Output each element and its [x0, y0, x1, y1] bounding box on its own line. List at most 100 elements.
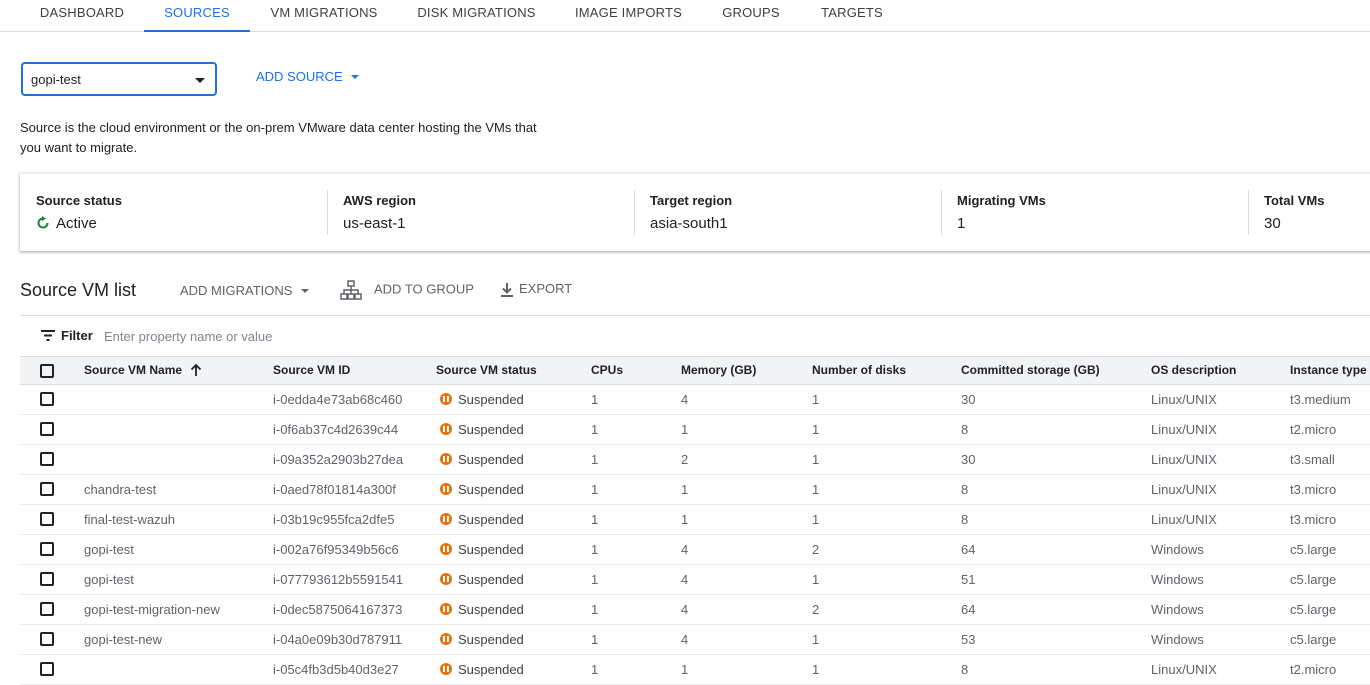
tab-groups[interactable]: GROUPS [702, 0, 800, 31]
tab-sources[interactable]: SOURCES [144, 0, 250, 32]
row-checkbox[interactable] [40, 512, 54, 526]
vm-name-cell[interactable]: gopi-test-migration-new [84, 602, 220, 617]
download-icon [501, 282, 513, 297]
tab-image-imports[interactable]: IMAGE IMPORTS [555, 0, 702, 31]
tab-targets[interactable]: TARGETS [800, 0, 904, 31]
memory-cell: 4 [681, 542, 689, 557]
table-row[interactable]: i-09a352a2903b27dea Suspended 1 2 1 30 L… [20, 445, 1370, 475]
os-cell: Windows [1151, 632, 1204, 647]
tab-dashboard[interactable]: DASHBOARD [20, 0, 144, 31]
vm-id-cell: i-0dec5875064167373 [273, 602, 403, 617]
divider [941, 190, 942, 235]
column-header-label: Source VM Name [84, 363, 183, 377]
sort-ascending-icon [190, 363, 202, 376]
instance-type-cell: t2.micro [1290, 662, 1337, 677]
vm-name-cell[interactable]: gopi-test-new [84, 632, 162, 647]
column-header-vm-status[interactable]: Source VM status [436, 363, 537, 377]
vm-name-cell[interactable]: chandra-test [84, 482, 156, 497]
chevron-down-icon [350, 75, 359, 79]
storage-cell: 8 [961, 512, 969, 527]
filter-icon [41, 330, 55, 341]
status-text: Suspended [458, 602, 524, 617]
row-checkbox[interactable] [40, 602, 54, 616]
add-migrations-button[interactable]: ADD MIGRATIONS [180, 283, 310, 298]
column-header-disks[interactable]: Number of disks [812, 363, 906, 377]
storage-cell: 51 [961, 572, 976, 587]
vm-id-cell: i-03b19c955fca2dfe5 [273, 512, 395, 527]
divider [634, 190, 635, 235]
table-row[interactable]: gopi-test i-002a76f95349b56c6 Suspended … [20, 535, 1370, 565]
table-row[interactable]: i-0edda4e73ab68c460 Suspended 1 4 1 30 L… [20, 385, 1370, 415]
disks-cell: 2 [812, 542, 820, 557]
row-checkbox[interactable] [40, 632, 54, 646]
row-checkbox[interactable] [40, 482, 54, 496]
add-to-group-button[interactable]: ADD TO GROUP [340, 280, 474, 300]
filter-input[interactable] [104, 327, 604, 345]
summary-total-vms: Total VMs 30 [1248, 174, 1370, 251]
memory-cell: 1 [681, 482, 689, 497]
divider [1248, 190, 1249, 235]
group-hierarchy-icon [340, 280, 362, 300]
disks-cell: 2 [812, 602, 820, 617]
column-header-vm-name[interactable]: Source VM Name [84, 363, 202, 377]
table-row[interactable]: gopi-test-migration-new i-0dec5875064167… [20, 595, 1370, 625]
row-checkbox[interactable] [40, 572, 54, 586]
column-header-vm-id[interactable]: Source VM ID [273, 363, 350, 377]
vm-name-cell[interactable]: gopi-test [84, 572, 134, 587]
pause-circle-icon [440, 543, 452, 555]
pause-circle-icon [440, 633, 452, 645]
export-button[interactable]: EXPORT [500, 281, 572, 298]
tab-disk-migrations[interactable]: DISK MIGRATIONS [398, 0, 555, 31]
table-row[interactable]: gopi-test i-077793612b5591541 Suspended … [20, 565, 1370, 595]
column-header-memory[interactable]: Memory (GB) [681, 363, 756, 377]
disks-cell: 1 [812, 482, 820, 497]
source-select[interactable]: gopi-test [21, 62, 217, 96]
cpus-cell: 1 [591, 662, 599, 677]
summary-migrating-vms: Migrating VMs 1 [941, 174, 1248, 251]
vm-status-cell: Suspended [440, 542, 524, 557]
disks-cell: 1 [812, 662, 820, 677]
vm-name-cell[interactable]: gopi-test [84, 542, 134, 557]
column-header-os[interactable]: OS description [1151, 363, 1236, 377]
add-source-button[interactable]: ADD SOURCE [256, 69, 359, 84]
filter-label: Filter [61, 328, 93, 343]
vm-name-cell[interactable]: final-test-wazuh [84, 512, 175, 527]
instance-type-cell: t3.medium [1290, 392, 1351, 407]
status-text: Suspended [458, 572, 524, 587]
source-description: Source is the cloud environment or the o… [20, 120, 537, 155]
os-cell: Windows [1151, 602, 1204, 617]
row-checkbox[interactable] [40, 662, 54, 676]
select-all-checkbox[interactable] [40, 364, 54, 378]
cpus-cell: 1 [591, 512, 599, 527]
status-text: Suspended [458, 512, 524, 527]
divider [327, 190, 328, 235]
column-header-instance-type[interactable]: Instance type [1290, 363, 1367, 377]
column-header-storage[interactable]: Committed storage (GB) [961, 363, 1100, 377]
table-row[interactable]: i-0f6ab37c4d2639c44 Suspended 1 1 1 8 Li… [20, 415, 1370, 445]
memory-cell: 4 [681, 602, 689, 617]
status-active-icon [37, 216, 49, 229]
disks-cell: 1 [812, 452, 820, 467]
vm-status-cell: Suspended [440, 482, 524, 497]
tab-vm-migrations[interactable]: VM MIGRATIONS [250, 0, 398, 31]
table-row[interactable]: final-test-wazuh i-03b19c955fca2dfe5 Sus… [20, 505, 1370, 535]
add-migrations-label: ADD MIGRATIONS [180, 283, 293, 298]
source-vm-list-title: Source VM list [20, 280, 137, 300]
disks-cell: 1 [812, 392, 820, 407]
dropdown-arrow-icon [195, 78, 205, 83]
os-cell: Linux/UNIX [1151, 482, 1217, 497]
memory-cell: 4 [681, 632, 689, 647]
cpus-cell: 1 [591, 452, 599, 467]
table-row[interactable]: chandra-test i-0aed78f01814a300f Suspend… [20, 475, 1370, 505]
table-row[interactable]: gopi-test-new i-04a0e09b30d787911 Suspen… [20, 625, 1370, 655]
vm-status-cell: Suspended [440, 392, 524, 407]
cpus-cell: 1 [591, 392, 599, 407]
row-checkbox[interactable] [40, 422, 54, 436]
column-header-cpus[interactable]: CPUs [591, 363, 623, 377]
row-checkbox[interactable] [40, 392, 54, 406]
disks-cell: 1 [812, 512, 820, 527]
row-checkbox[interactable] [40, 542, 54, 556]
row-checkbox[interactable] [40, 452, 54, 466]
summary-aws-region: AWS region us-east-1 [327, 174, 634, 251]
os-cell: Windows [1151, 542, 1204, 557]
